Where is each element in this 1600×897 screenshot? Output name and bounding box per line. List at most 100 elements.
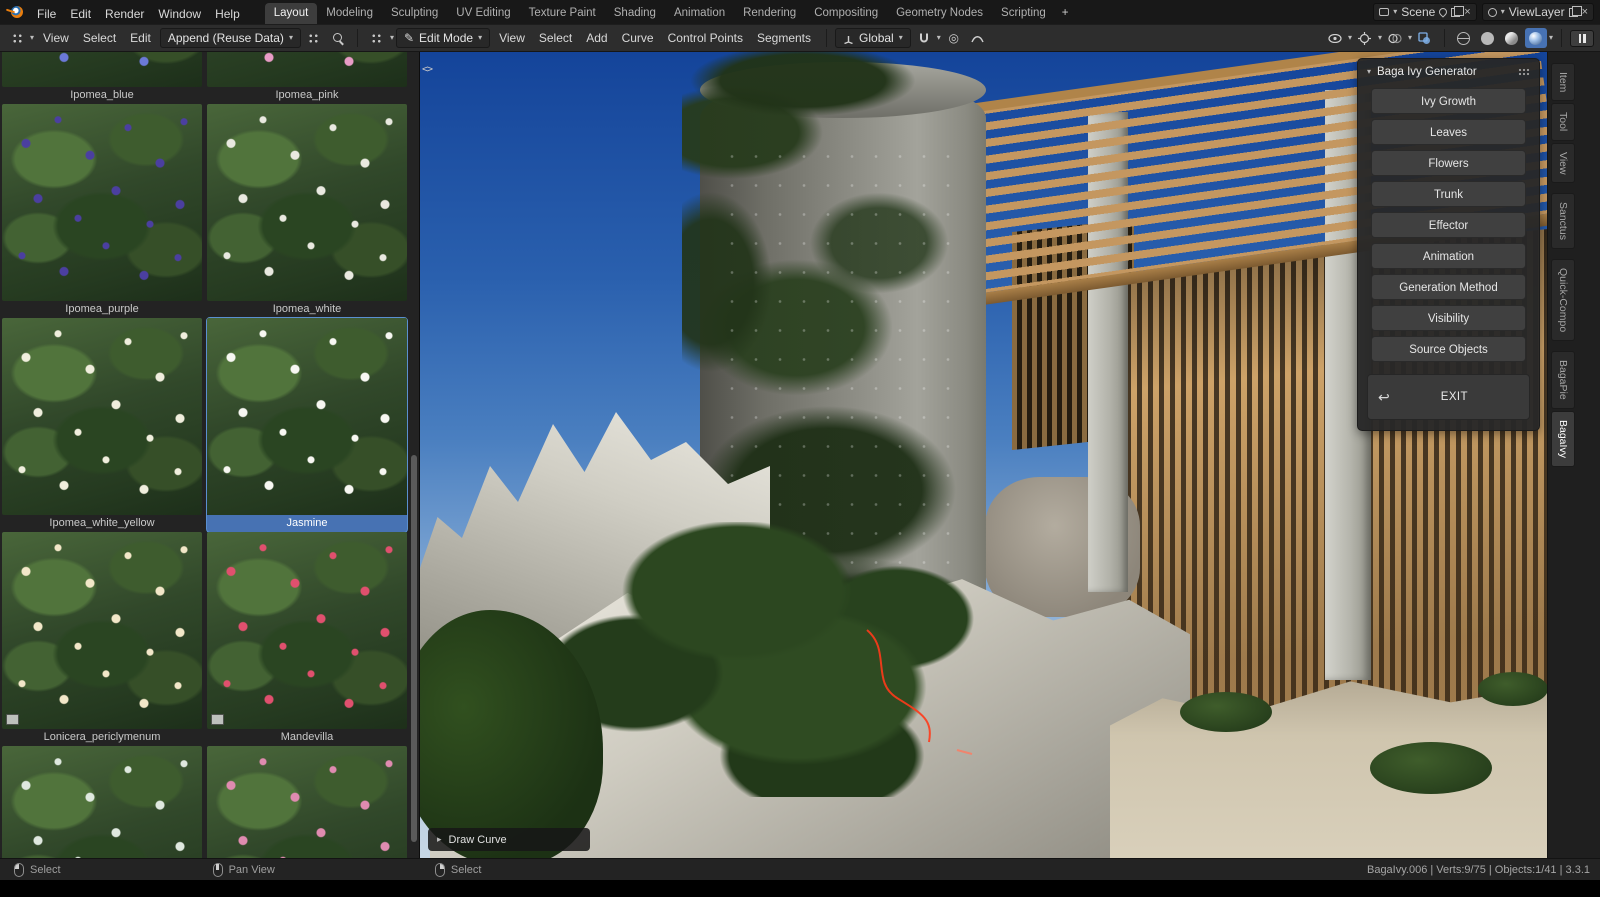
panel-button-effector[interactable]: Effector <box>1371 212 1526 238</box>
workspace-tab-sculpting[interactable]: Sculpting <box>382 3 447 24</box>
workspace-tab-rendering[interactable]: Rendering <box>734 3 805 24</box>
panel-button-trunk[interactable]: Trunk <box>1371 181 1526 207</box>
asset-item-ipomea-white[interactable]: Ipomea_white <box>207 104 407 318</box>
overlays-caret-icon[interactable]: ▾ <box>1408 34 1412 42</box>
workspace-tab-shading[interactable]: Shading <box>605 3 665 24</box>
scene-unlink-icon[interactable]: × <box>1464 7 1470 18</box>
display-mode-button[interactable] <box>303 28 325 48</box>
viewlayer-remove-icon[interactable]: × <box>1582 7 1588 18</box>
asset-thumbnail[interactable] <box>2 532 202 729</box>
visibility-dropdown-button[interactable] <box>1324 28 1346 48</box>
append-mode-dropdown[interactable]: Append (Reuse Data) ▾ <box>160 28 301 48</box>
asset-thumbnail[interactable] <box>2 746 202 858</box>
browser-menu-select[interactable]: Select <box>76 27 123 49</box>
scene-pin-icon[interactable] <box>1438 6 1449 17</box>
side-tab-tool[interactable]: Tool <box>1551 103 1575 140</box>
viewport-3d[interactable]: <> ▸ Draw Curve ▾ Baga Ivy Generator Ivy… <box>420 52 1547 858</box>
workspace-tab-scripting[interactable]: Scripting <box>992 3 1055 24</box>
browser-editor-caret-icon[interactable]: ▾ <box>30 34 34 42</box>
gizmo-caret-icon[interactable]: ▾ <box>1378 34 1382 42</box>
asset-thumbnail[interactable] <box>2 52 202 87</box>
panel-button-source-objects[interactable]: Source Objects <box>1371 336 1526 362</box>
workspace-tab-modeling[interactable]: Modeling <box>317 3 382 24</box>
menu-file[interactable]: File <box>30 4 63 24</box>
workspace-add-button[interactable]: + <box>1055 3 1076 24</box>
side-tab-bagaivy[interactable]: BagaIvy <box>1551 411 1575 467</box>
shading-material-button[interactable] <box>1501 28 1523 48</box>
expand-arrow-icon[interactable]: ▸ <box>437 834 442 845</box>
snap-toggle-button[interactable] <box>913 28 935 48</box>
scene-new-icon[interactable] <box>1451 8 1460 17</box>
browser-menu-edit[interactable]: Edit <box>123 27 158 49</box>
asset-item-ipomea-pink[interactable]: Ipomea_pink <box>207 52 407 104</box>
viewport-menu-view[interactable]: View <box>492 27 532 49</box>
asset-item-ipomea-white-yellow[interactable]: Ipomea_white_yellow <box>2 318 202 532</box>
browser-menu-view[interactable]: View <box>36 27 76 49</box>
blender-logo-icon[interactable] <box>6 5 24 19</box>
scene-selector[interactable]: ▾ Scene × <box>1373 3 1476 21</box>
side-tab-item[interactable]: Item <box>1551 63 1575 101</box>
side-tab-quick-compo[interactable]: Quick-Compo <box>1551 259 1575 341</box>
panel-button-ivy-growth[interactable]: Ivy Growth <box>1371 88 1526 114</box>
gizmo-toggle-button[interactable] <box>1354 28 1376 48</box>
visibility-caret-icon[interactable]: ▾ <box>1348 34 1352 42</box>
viewport-menu-segments[interactable]: Segments <box>750 27 818 49</box>
shading-solid-button[interactable] <box>1477 28 1499 48</box>
filter-search-button[interactable] <box>327 28 349 48</box>
draw-curve-panel[interactable]: ▸ Draw Curve <box>428 828 590 851</box>
scrollbar-thumb[interactable] <box>411 455 417 842</box>
viewlayer-caret-icon[interactable]: ▾ <box>1501 8 1505 16</box>
panel-button-flowers[interactable]: Flowers <box>1371 150 1526 176</box>
panel-button-visibility[interactable]: Visibility <box>1371 305 1526 331</box>
asset-item-mandevilla[interactable]: Mandevilla <box>207 532 407 746</box>
viewlayer-new-icon[interactable] <box>1569 8 1578 17</box>
viewport-menu-add[interactable]: Add <box>579 27 614 49</box>
workspace-tab-geometry-nodes[interactable]: Geometry Nodes <box>887 3 992 24</box>
side-tab-bagapie[interactable]: BagaPie <box>1551 351 1575 409</box>
xray-toggle-button[interactable] <box>1414 28 1436 48</box>
viewlayer-name[interactable]: ViewLayer <box>1509 5 1565 19</box>
region-corner-widget[interactable]: <> <box>422 64 432 75</box>
asset-item-item[interactable] <box>207 746 407 858</box>
workspace-tab-compositing[interactable]: Compositing <box>805 3 887 24</box>
asset-thumbnail[interactable] <box>207 532 407 729</box>
panel-button-generation-method[interactable]: Generation Method <box>1371 274 1526 300</box>
panel-button-animation[interactable]: Animation <box>1371 243 1526 269</box>
workspace-tab-texture-paint[interactable]: Texture Paint <box>520 3 605 24</box>
menu-window[interactable]: Window <box>151 4 208 24</box>
viewlayer-selector[interactable]: ▾ ViewLayer × <box>1482 3 1594 21</box>
asset-scrollbar[interactable] <box>411 52 417 858</box>
side-tab-sanctus[interactable]: Sanctus <box>1551 193 1575 249</box>
proportional-edit-button[interactable]: ◎ <box>943 28 965 48</box>
asset-item-jasmine[interactable]: Jasmine <box>207 318 407 532</box>
menu-help[interactable]: Help <box>208 4 247 24</box>
scene-name[interactable]: Scene <box>1401 5 1435 19</box>
workspace-tab-uv-editing[interactable]: UV Editing <box>447 3 519 24</box>
panel-header[interactable]: ▾ Baga Ivy Generator <box>1358 59 1539 83</box>
viewport-menu-select[interactable]: Select <box>532 27 579 49</box>
falloff-button[interactable] <box>967 28 989 48</box>
asset-item-item[interactable] <box>2 746 202 858</box>
viewport-editor-caret-icon[interactable]: ▾ <box>390 34 394 42</box>
asset-thumbnail[interactable] <box>2 318 202 515</box>
exit-subpanel[interactable]: ↩ EXIT <box>1367 374 1530 420</box>
asset-thumbnail[interactable] <box>207 52 407 87</box>
panel-collapse-icon[interactable]: ▾ <box>1367 68 1371 76</box>
asset-item-lonicera-periclymenum[interactable]: Lonicera_periclymenum <box>2 532 202 746</box>
panel-drag-icon[interactable] <box>1518 68 1530 76</box>
asset-thumbnail[interactable] <box>207 104 407 301</box>
browser-editor-type-button[interactable] <box>6 28 28 48</box>
shading-caret-icon[interactable]: ▾ <box>1549 34 1553 42</box>
workspace-tab-animation[interactable]: Animation <box>665 3 734 24</box>
scene-browse-icon[interactable] <box>1379 8 1389 16</box>
shading-wireframe-button[interactable] <box>1453 28 1475 48</box>
asset-thumbnail[interactable] <box>207 746 407 858</box>
asset-browser[interactable]: Ipomea_blueIpomea_pinkIpomea_purpleIpome… <box>0 52 420 858</box>
panel-button-leaves[interactable]: Leaves <box>1371 119 1526 145</box>
menu-render[interactable]: Render <box>98 4 151 24</box>
asset-thumbnail[interactable] <box>2 104 202 301</box>
exit-button[interactable]: EXIT <box>1390 391 1519 403</box>
viewport-menu-curve[interactable]: Curve <box>615 27 661 49</box>
viewport-editor-type-button[interactable] <box>366 28 388 48</box>
menu-edit[interactable]: Edit <box>63 4 98 24</box>
